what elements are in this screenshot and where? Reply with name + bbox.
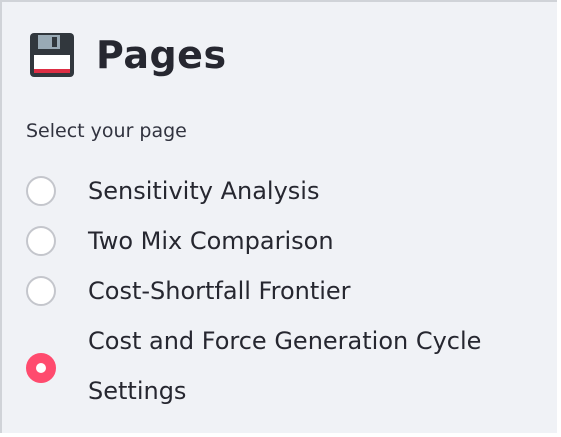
radio-option-two-mix-comparison[interactable]: Two Mix Comparison [26, 216, 556, 266]
radio-button[interactable] [26, 276, 56, 306]
radio-option-cost-and-force-generation-cycle-settings[interactable]: Cost and Force Generation Cycle Settings [26, 316, 556, 416]
radio-option-label: Cost and Force Generation Cycle Settings [88, 327, 482, 405]
radio-group-label: Select your page [26, 120, 187, 142]
radio-button[interactable] [26, 226, 56, 256]
radio-option-label: Sensitivity Analysis [88, 177, 320, 205]
radio-button-selected[interactable] [26, 353, 56, 383]
page-title: Pages [96, 33, 227, 77]
radio-option-cost-shortfall-frontier[interactable]: Cost-Shortfall Frontier [26, 266, 556, 316]
sidebar-panel: Pages Select your page Sensitivity Analy… [0, 0, 557, 433]
floppy-disk-icon [30, 33, 74, 77]
pages-header: Pages [28, 28, 227, 82]
page-radio-group: Sensitivity Analysis Two Mix Comparison … [26, 166, 556, 416]
radio-option-sensitivity-analysis[interactable]: Sensitivity Analysis [26, 166, 556, 216]
radio-option-label: Two Mix Comparison [88, 227, 334, 255]
radio-button[interactable] [26, 176, 56, 206]
radio-option-label: Cost-Shortfall Frontier [88, 277, 351, 305]
